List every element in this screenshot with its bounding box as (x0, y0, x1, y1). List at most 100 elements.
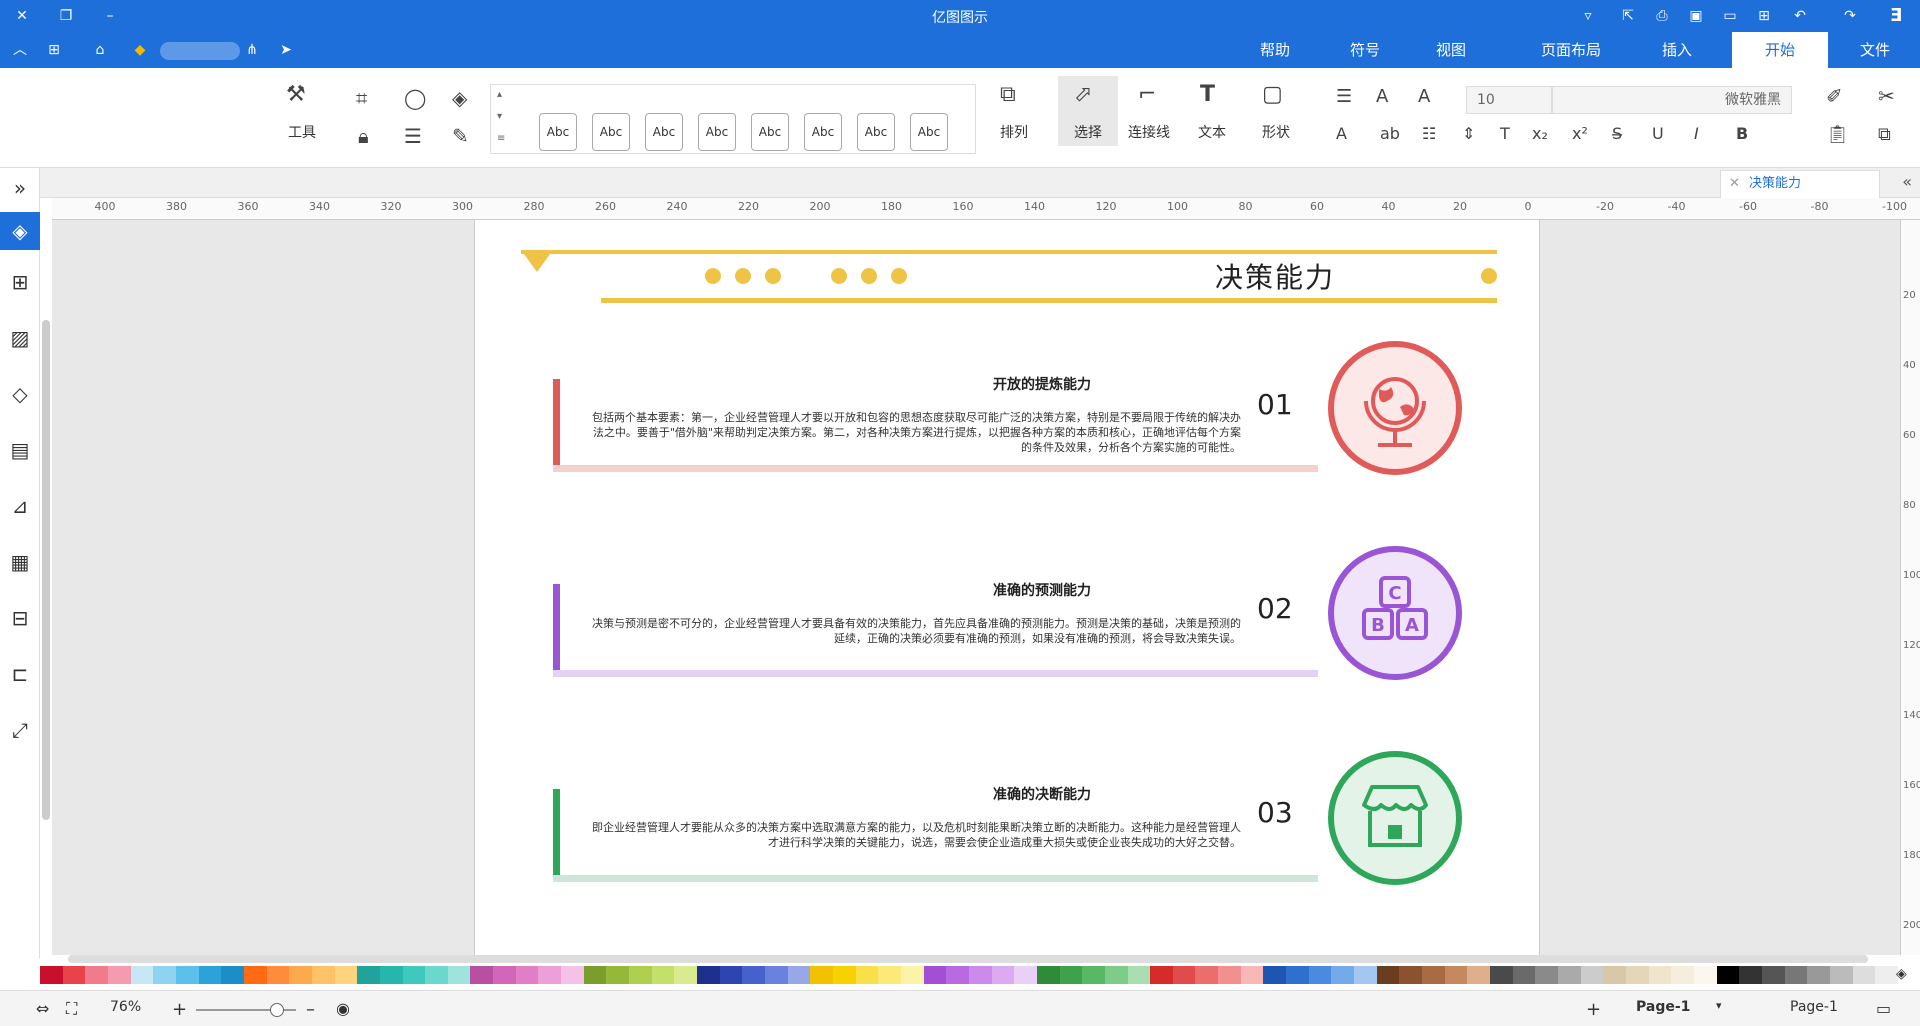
zoom-level[interactable]: 76% (110, 999, 141, 1015)
text-direction-icon[interactable]: T (1500, 124, 1510, 143)
paste-icon[interactable]: 📋︎ (1826, 124, 1849, 145)
color-swatch[interactable] (379, 966, 403, 984)
menu-file[interactable]: 文件 (1830, 32, 1920, 68)
fill-picker-icon[interactable]: ◈ (1896, 966, 1907, 982)
play-icon[interactable]: ◉ (336, 999, 350, 1018)
color-swatch[interactable] (1263, 966, 1287, 984)
color-swatch[interactable] (583, 966, 607, 984)
color-swatch[interactable] (787, 966, 811, 984)
open-icon[interactable]: ▭ (1720, 6, 1740, 26)
user-avatar[interactable] (160, 42, 240, 60)
shape-icon[interactable]: ▢ (1262, 82, 1283, 107)
connector-label[interactable]: 连接线 (1124, 122, 1174, 142)
shirt-icon[interactable]: ⌂ (90, 40, 110, 60)
color-swatch[interactable] (1829, 966, 1853, 984)
redo-icon[interactable]: ↷ (1840, 6, 1860, 26)
color-swatch[interactable] (946, 966, 969, 984)
color-swatch[interactable] (289, 966, 312, 984)
color-swatch[interactable] (1512, 966, 1536, 984)
fill-icon[interactable]: ◈ (452, 86, 467, 110)
color-swatch[interactable] (1648, 966, 1672, 984)
fit-width-icon[interactable]: ⇔ (36, 999, 49, 1018)
shape-label[interactable]: 形状 (1256, 122, 1296, 142)
active-page-tab[interactable]: Page-1 (1636, 999, 1690, 1015)
collapse-icon[interactable]: » (6, 174, 34, 202)
send-icon[interactable]: ➤ (276, 40, 296, 60)
font-name-select[interactable]: 微软雅黑 (1552, 86, 1792, 114)
color-swatch[interactable] (107, 966, 131, 984)
style-preset[interactable]: Abc (539, 113, 577, 151)
style-preset[interactable]: Abc (804, 113, 842, 151)
text-color-icon[interactable]: A (1336, 124, 1347, 143)
zoom-slider-handle[interactable] (270, 1003, 284, 1017)
color-swatch[interactable] (175, 966, 199, 984)
color-swatch[interactable] (1082, 966, 1105, 984)
select-arrow-icon[interactable]: ⬀ (1074, 82, 1092, 107)
color-swatch[interactable] (561, 966, 584, 984)
color-swatch[interactable] (1557, 966, 1581, 984)
horizontal-scrollbar[interactable] (68, 955, 1868, 963)
subscript-icon[interactable]: x₂ (1532, 124, 1548, 143)
color-swatch[interactable] (1240, 966, 1264, 984)
grid-panel-icon[interactable]: ⊞ (6, 268, 34, 296)
color-swatch[interactable] (1218, 966, 1241, 984)
underline-icon[interactable]: U (1652, 124, 1664, 143)
color-swatch[interactable] (1059, 966, 1083, 984)
vip-icon[interactable]: ◆ (130, 40, 150, 60)
crop-icon[interactable]: ⌗ (356, 86, 367, 110)
color-swatch[interactable] (1150, 966, 1173, 984)
fullscreen-icon[interactable]: ⛶ (66, 999, 77, 1019)
style-preset[interactable]: Abc (592, 113, 630, 151)
dropdown-icon[interactable]: ▿ (1578, 6, 1598, 26)
color-swatch[interactable] (1625, 966, 1649, 984)
color-swatch[interactable] (991, 966, 1015, 984)
color-swatch[interactable] (1172, 966, 1196, 984)
expand-panel-icon[interactable]: « (1902, 172, 1912, 191)
connector-icon[interactable]: ⌐ (1138, 82, 1156, 107)
color-swatch[interactable] (357, 966, 380, 984)
menu-insert[interactable]: 插入 (1632, 32, 1722, 68)
color-swatch[interactable] (447, 966, 471, 984)
color-swatch[interactable] (1535, 966, 1558, 984)
zoom-in-icon[interactable]: + (172, 999, 187, 1020)
color-swatch[interactable] (674, 966, 698, 984)
outline-panel-icon[interactable]: ⊏ (6, 660, 34, 688)
page-panel-icon[interactable]: ▤ (6, 436, 34, 464)
color-swatch[interactable] (1761, 966, 1785, 984)
color-swatch[interactable] (1852, 966, 1876, 984)
color-swatch[interactable] (719, 966, 743, 984)
close-tab-icon[interactable]: ✕ (1729, 171, 1740, 197)
color-swatch[interactable] (1580, 966, 1604, 984)
color-swatch[interactable] (1716, 966, 1740, 984)
color-swatch[interactable] (1127, 966, 1151, 984)
zoom-out-icon[interactable]: – (306, 999, 315, 1020)
line-style-icon[interactable]: ☰ (404, 124, 422, 148)
line-spacing-icon[interactable]: ⇕ (1462, 124, 1475, 143)
color-swatch[interactable] (855, 966, 879, 984)
vertical-scrollbar[interactable] (42, 320, 50, 820)
color-swatch[interactable] (697, 966, 720, 984)
color-swatch[interactable] (470, 966, 494, 984)
color-swatch[interactable] (425, 966, 448, 984)
menu-start[interactable]: 开始 (1732, 32, 1828, 68)
copy-icon[interactable]: ⧉ (1878, 124, 1891, 145)
gallery-up-icon[interactable]: ▴ (497, 89, 502, 100)
italic-icon[interactable]: I (1694, 124, 1699, 143)
color-swatch[interactable] (629, 966, 652, 984)
color-swatch[interactable] (832, 966, 856, 984)
save-icon[interactable]: ▣ (1686, 6, 1706, 26)
color-swatch[interactable] (1444, 966, 1468, 984)
color-swatch[interactable] (1308, 966, 1332, 984)
select-label[interactable]: 选择 (1068, 122, 1108, 142)
color-swatch[interactable] (538, 966, 562, 984)
color-swatch[interactable] (968, 966, 992, 984)
export-icon[interactable]: ⇱ (1618, 6, 1638, 26)
color-swatch[interactable] (1354, 966, 1377, 984)
color-swatch[interactable] (153, 966, 176, 984)
lock-icon[interactable]: 🔒︎ (358, 124, 369, 148)
color-swatch[interactable] (923, 966, 947, 984)
color-swatch[interactable] (130, 966, 154, 984)
color-swatch[interactable] (1671, 966, 1694, 984)
document-tab[interactable]: 决策能力 ✕ (1720, 170, 1880, 198)
color-swatch[interactable] (1014, 966, 1037, 984)
